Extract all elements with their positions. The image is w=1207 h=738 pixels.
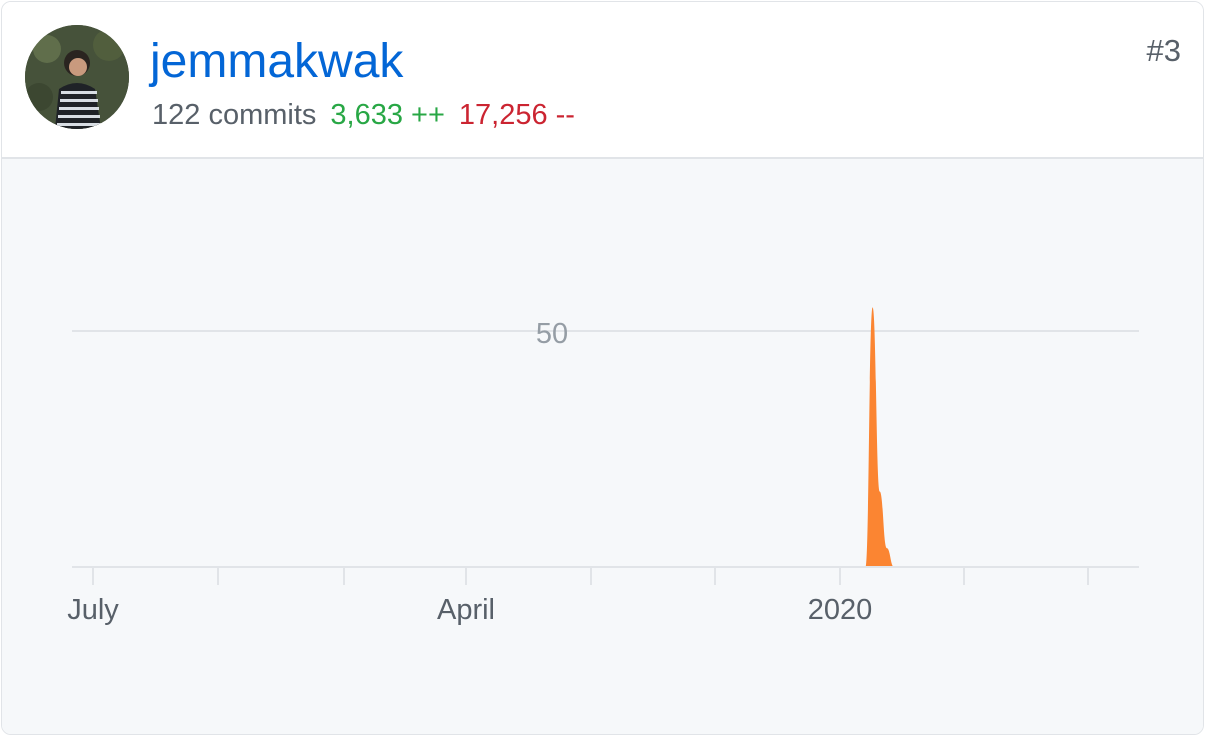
user-avatar-photo-icon	[25, 25, 129, 129]
username-link[interactable]: jemmakwak	[150, 34, 403, 90]
y-tick-label-50: 50	[536, 318, 568, 350]
contributor-rank: #3	[1146, 33, 1181, 68]
contributor-card: jemmakwak 122 commits 3,633 ++ 17,256 -- #…	[1, 1, 1204, 735]
x-tick-label-2020: 2020	[808, 594, 873, 626]
x-tick-label-april: April	[437, 594, 495, 626]
chart-svg: 50 July April 2020	[67, 307, 1139, 626]
x-tick-label-july: July	[67, 594, 119, 626]
avatar[interactable]	[25, 25, 129, 129]
contribution-stats: 122 commits 3,633 ++ 17,256 --	[152, 97, 575, 133]
deletions-count: 17,256 --	[458, 99, 575, 131]
additions-count: 3,633 ++	[330, 99, 445, 131]
commit-area-series	[865, 307, 894, 567]
commit-activity-chart: 50 July April 2020	[2, 159, 1203, 734]
contributor-header: jemmakwak 122 commits 3,633 ++ 17,256 -- #…	[2, 2, 1203, 159]
commit-count[interactable]: 122 commits	[152, 99, 316, 131]
x-axis-ticks	[92, 567, 1089, 585]
